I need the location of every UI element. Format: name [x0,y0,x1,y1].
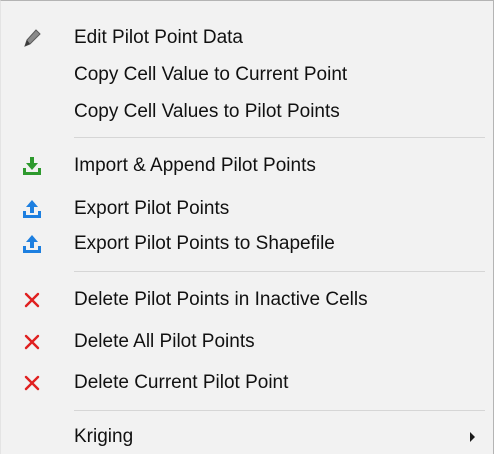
menu-item-delete-all-pilot-points[interactable]: Delete All Pilot Points [1,325,493,359]
delete-x-icon [21,372,43,394]
submenu-arrow-icon [470,432,475,442]
menu-item-label: Copy Cell Value to Current Point [74,64,348,85]
menu-item-label: Import & Append Pilot Points [74,155,316,176]
delete-x-icon [21,289,43,311]
menu-item-label: Delete All Pilot Points [74,331,255,352]
menu-item-delete-current-pilot-point[interactable]: Delete Current Pilot Point [1,366,493,400]
menu-item-label: Export Pilot Points [74,198,230,219]
menu-item-export-pilot-points-to-shapefile[interactable]: Export Pilot Points to Shapefile [1,227,493,261]
import-arrow-icon [21,155,43,177]
menu-item-label: Edit Pilot Point Data [74,27,243,48]
delete-x-icon [21,331,43,353]
context-menu: Edit Pilot Point Data Copy Cell Value to… [0,0,494,454]
menu-item-kriging[interactable]: Kriging [1,420,493,454]
menu-item-label: Export Pilot Points to Shapefile [74,233,335,254]
export-arrow-icon [21,233,43,255]
menu-item-copy-cell-value-to-current-point[interactable]: Copy Cell Value to Current Point [1,58,493,92]
menu-item-delete-pilot-points-in-inactive-cells[interactable]: Delete Pilot Points in Inactive Cells [1,283,493,317]
menu-separator [74,137,485,138]
menu-item-export-pilot-points[interactable]: Export Pilot Points [1,192,493,226]
menu-item-edit-pilot-point-data[interactable]: Edit Pilot Point Data [1,21,493,55]
pencil-icon [21,27,43,49]
export-arrow-icon [21,198,43,220]
menu-separator [74,410,485,411]
menu-item-label: Copy Cell Values to Pilot Points [74,101,340,122]
menu-separator [74,271,485,272]
menu-item-import-append-pilot-points[interactable]: Import & Append Pilot Points [1,149,493,183]
menu-item-copy-cell-values-to-pilot-points[interactable]: Copy Cell Values to Pilot Points [1,95,493,129]
menu-item-label: Delete Current Pilot Point [74,372,289,393]
menu-item-label: Delete Pilot Points in Inactive Cells [74,289,368,310]
menu-item-label: Kriging [74,426,134,447]
